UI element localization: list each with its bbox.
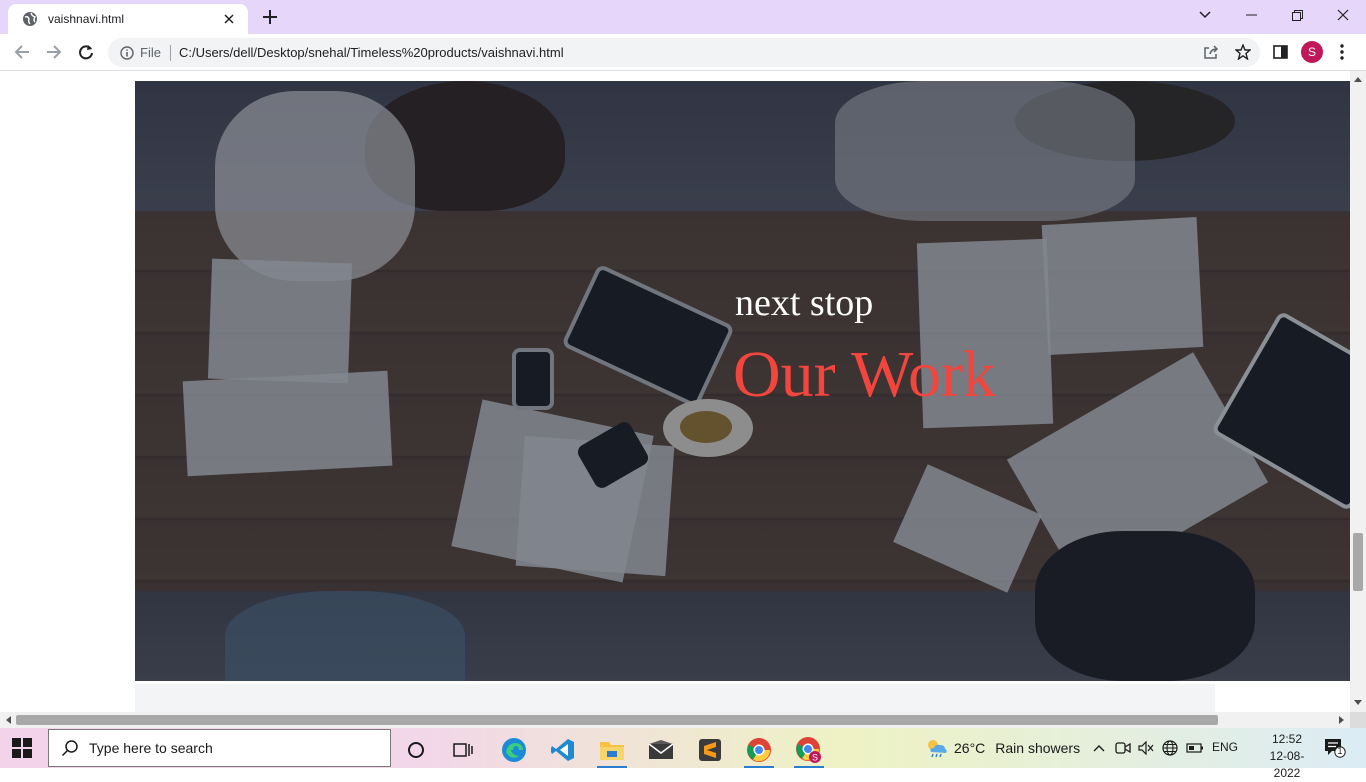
back-button[interactable] bbox=[8, 38, 36, 66]
task-view-icon[interactable] bbox=[443, 732, 483, 768]
horizontal-scroll-thumb[interactable] bbox=[16, 715, 1218, 725]
chrome-icon[interactable] bbox=[739, 732, 779, 768]
scroll-up-arrow-icon[interactable] bbox=[1354, 75, 1362, 83]
horizontal-scrollbar[interactable] bbox=[0, 712, 1350, 728]
tab-title: vaishnavi.html bbox=[48, 12, 125, 26]
scroll-down-arrow-icon[interactable] bbox=[1354, 699, 1362, 707]
address-bar[interactable]: File C:/Users/dell/Desktop/snehal/Timele… bbox=[108, 38, 1260, 67]
windows-taskbar: Type here to search S 26°C Rain showers bbox=[0, 728, 1366, 780]
edge-icon[interactable] bbox=[494, 732, 534, 768]
omnibox-divider bbox=[169, 44, 171, 61]
browser-toolbar: File C:/Users/dell/Desktop/snehal/Timele… bbox=[0, 34, 1366, 71]
cortana-icon[interactable] bbox=[396, 732, 436, 768]
search-placeholder: Type here to search bbox=[89, 740, 213, 756]
battery-icon[interactable] bbox=[1186, 739, 1204, 757]
file-explorer-icon[interactable] bbox=[592, 732, 632, 768]
bookmark-star-icon[interactable] bbox=[1234, 43, 1252, 61]
network-globe-icon[interactable] bbox=[1161, 739, 1179, 757]
taskbar-search-box[interactable]: Type here to search bbox=[48, 729, 391, 767]
close-window-button[interactable] bbox=[1320, 0, 1366, 30]
tab-strip: vaishnavi.html bbox=[0, 0, 1366, 34]
share-icon[interactable] bbox=[1202, 43, 1220, 61]
url-text[interactable]: C:/Users/dell/Desktop/snehal/Timeless%20… bbox=[179, 45, 564, 60]
new-tab-button[interactable] bbox=[258, 7, 282, 27]
vscode-icon[interactable] bbox=[543, 732, 583, 768]
info-icon bbox=[120, 45, 134, 60]
next-section-strip bbox=[135, 684, 1215, 712]
side-panel-icon[interactable] bbox=[1270, 42, 1290, 62]
profile-avatar[interactable]: S bbox=[1301, 41, 1323, 63]
vertical-scroll-thumb[interactable] bbox=[1353, 533, 1363, 591]
tab-search-chevron-icon[interactable] bbox=[1182, 0, 1228, 30]
clock-time: 12:52 bbox=[1271, 732, 1303, 746]
reload-button[interactable] bbox=[72, 38, 100, 66]
site-info-label: File bbox=[140, 45, 161, 60]
vertical-scrollbar[interactable] bbox=[1350, 71, 1366, 712]
close-tab-icon[interactable] bbox=[220, 10, 238, 28]
page-viewport: next stop Our Work bbox=[0, 71, 1350, 712]
chrome-profile-icon[interactable]: S bbox=[789, 732, 829, 768]
weather-widget[interactable]: 26°C Rain showers bbox=[926, 738, 1080, 758]
restore-button[interactable] bbox=[1274, 0, 1320, 30]
volume-muted-icon[interactable] bbox=[1137, 739, 1155, 757]
scroll-right-arrow-icon[interactable] bbox=[1338, 716, 1346, 724]
svg-text:S: S bbox=[812, 753, 818, 763]
hero-section: next stop Our Work bbox=[135, 81, 1350, 681]
rain-cloud-icon bbox=[928, 740, 947, 758]
more-menu-icon[interactable] bbox=[1334, 42, 1350, 62]
notification-center-icon[interactable]: 1 bbox=[1324, 738, 1346, 758]
hero-subtitle: next stop bbox=[735, 282, 874, 324]
browser-tab[interactable]: vaishnavi.html bbox=[8, 4, 248, 34]
minimize-button[interactable] bbox=[1228, 0, 1274, 30]
scrollbar-corner bbox=[1350, 712, 1366, 728]
weather-description: Rain showers bbox=[995, 740, 1081, 756]
notification-count: 1 bbox=[1337, 746, 1343, 756]
sublime-text-icon[interactable] bbox=[690, 732, 730, 768]
search-icon bbox=[61, 740, 78, 757]
scroll-left-arrow-icon[interactable] bbox=[4, 716, 12, 724]
windows-start-icon[interactable] bbox=[12, 738, 34, 758]
globe-icon bbox=[22, 11, 38, 27]
input-language[interactable]: ENG bbox=[1212, 740, 1238, 754]
site-info-button[interactable]: File bbox=[120, 45, 161, 60]
clock-date: 12-08-2022 bbox=[1269, 749, 1305, 780]
mail-icon[interactable] bbox=[641, 732, 681, 768]
hero-title: Our Work bbox=[733, 338, 996, 411]
system-clock[interactable]: 12:52 12-08-2022 bbox=[1262, 731, 1312, 782]
weather-temperature: 26°C bbox=[954, 740, 986, 756]
show-hidden-icons-chevron-icon[interactable] bbox=[1090, 739, 1108, 757]
forward-button[interactable] bbox=[40, 38, 68, 66]
meet-now-icon[interactable] bbox=[1114, 739, 1132, 757]
